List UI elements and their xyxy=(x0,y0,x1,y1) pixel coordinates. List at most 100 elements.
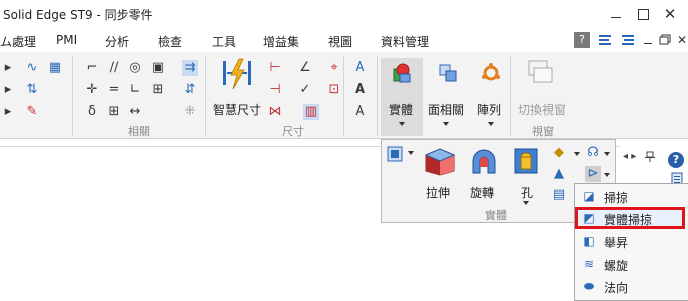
tab-analysis[interactable]: 分析 xyxy=(105,33,129,50)
menu-item-label: 舉昇 xyxy=(604,236,629,250)
table-tool-icon[interactable]: ▦ xyxy=(47,60,63,76)
tab-pmi[interactable]: PMI xyxy=(56,33,77,47)
tab-tools[interactable]: 工具 xyxy=(212,33,236,50)
thin-wall-caret[interactable] xyxy=(574,152,580,156)
solid-icon[interactable] xyxy=(391,62,413,84)
ribbon-options-icon[interactable] xyxy=(597,32,613,48)
hole-icon[interactable] xyxy=(511,145,541,177)
sweep-dropdown-icon[interactable]: ⊳ xyxy=(585,166,601,182)
concentric-relation-icon[interactable]: ◎ xyxy=(127,60,143,76)
face-relate-dropdown-caret[interactable] xyxy=(443,122,449,126)
pen-tool-icon[interactable]: ✎ xyxy=(24,104,40,120)
tab-addins[interactable]: 增益集 xyxy=(263,33,299,50)
wrap-tool-icon[interactable]: ☊ xyxy=(585,145,601,161)
revolve-icon[interactable] xyxy=(467,145,501,177)
solid-dropdown-caret[interactable] xyxy=(399,122,405,126)
face-relate-icon[interactable] xyxy=(437,62,459,84)
group-separator xyxy=(377,56,378,136)
solid-options-caret[interactable] xyxy=(408,151,414,155)
angle-dimension-icon[interactable]: ∠ xyxy=(297,60,313,76)
tab-sketch[interactable]: ム處理 xyxy=(0,33,36,50)
curve-tool-icon[interactable]: ∿ xyxy=(24,60,40,76)
window-group-label: 視窗 xyxy=(532,125,554,138)
tab-scroll-arrows[interactable]: ◂ ▸ xyxy=(623,151,636,162)
minimize-button[interactable] xyxy=(603,4,629,24)
extrude-label[interactable]: 拉伸 xyxy=(426,184,450,201)
symmetric-dimension-icon[interactable]: ⊣ xyxy=(267,82,283,98)
tab-view[interactable]: 視圖 xyxy=(328,33,352,50)
menu-item-sweep[interactable]: ◪ 掃掠 xyxy=(574,185,688,207)
doc-restore-icon[interactable] xyxy=(657,32,673,48)
help-icon[interactable]: ? xyxy=(574,32,590,48)
extrude-icon[interactable] xyxy=(422,145,458,177)
hole-label[interactable]: 孔 xyxy=(521,184,533,201)
helix-icon: ≋ xyxy=(583,257,595,271)
draft-icon[interactable]: ▤ xyxy=(551,187,567,203)
doc-minimize-icon[interactable] xyxy=(641,32,657,48)
tangent-relation-icon[interactable]: δ xyxy=(84,104,100,120)
fix-relation-icon[interactable]: ▣ xyxy=(150,60,166,76)
split-tool-icon[interactable]: ⇅ xyxy=(24,82,40,98)
distance-dimension-icon[interactable]: ⊢ xyxy=(267,60,283,76)
title-bar: Solid Edge ST9 - 同步零件 ✕ xyxy=(0,0,688,28)
collinear-relation-icon[interactable]: ↔ xyxy=(127,104,143,120)
window-title: Solid Edge ST9 - 同步零件 xyxy=(3,8,153,22)
parallel-relation-icon[interactable]: ∕∕ xyxy=(106,60,122,76)
text-size-icon[interactable]: A xyxy=(352,82,368,98)
switch-window-label[interactable]: 切換視窗 xyxy=(518,101,566,118)
thin-wall-icon[interactable]: ◆ xyxy=(551,145,567,161)
help-circle-icon[interactable]: ? xyxy=(668,152,684,168)
sketch-tool-icon[interactable]: ▸ xyxy=(0,104,16,120)
tab-inspect[interactable]: 檢查 xyxy=(158,33,182,50)
ribbon xyxy=(0,52,688,139)
layout-options-icon[interactable] xyxy=(620,32,636,48)
sweep-icon: ◪ xyxy=(583,189,595,203)
close-button[interactable]: ✕ xyxy=(657,4,683,24)
menu-item-solid-sweep[interactable]: ◩ 實體掃掠 xyxy=(574,207,688,229)
solid-options-icon[interactable] xyxy=(386,145,404,163)
sketch-tool-icon[interactable]: ▸ xyxy=(0,82,16,98)
hole-dropdown-caret[interactable] xyxy=(523,201,529,205)
connect-relation-icon[interactable]: ✛ xyxy=(84,82,100,98)
pattern-label[interactable]: 陣列 xyxy=(477,101,501,118)
revolve-label[interactable]: 旋轉 xyxy=(470,184,494,201)
pattern-icon[interactable] xyxy=(480,62,502,84)
perpendicular-relation-icon[interactable]: ⌐ xyxy=(84,60,100,76)
tab-data-management[interactable]: 資料管理 xyxy=(381,33,429,50)
pattern-dropdown-caret[interactable] xyxy=(488,122,494,126)
dimension-group-icon[interactable]: ⋈ xyxy=(267,104,283,120)
menu-item-normal[interactable]: ⬬ 法向 xyxy=(574,275,688,297)
sketch-tool-icon[interactable]: ▸ xyxy=(0,60,16,76)
chamfer-dimension-icon[interactable]: ⊡ xyxy=(326,82,342,98)
equal-relation-icon[interactable]: = xyxy=(106,82,122,98)
menu-item-loft[interactable]: ◧ 舉昇 xyxy=(574,230,688,252)
blend-icon[interactable]: ▲ xyxy=(551,166,567,182)
maintain-relations-icon[interactable]: ⇵ xyxy=(182,82,198,98)
smart-dimension-label[interactable]: 智慧尺寸 xyxy=(213,101,261,118)
horizontal-vertical-icon[interactable]: ∟ xyxy=(127,82,143,98)
menu-item-label: 掃掠 xyxy=(604,191,629,205)
sweep-dropdown-caret[interactable] xyxy=(604,173,610,177)
relation-handles-icon[interactable]: ⇉ xyxy=(182,60,198,76)
face-relate-label[interactable]: 面相關 xyxy=(428,101,464,118)
menu-item-helix[interactable]: ≋ 螺旋 xyxy=(574,253,688,275)
solid-label[interactable]: 實體 xyxy=(389,101,413,118)
doc-close-icon[interactable]: ✕ xyxy=(674,32,688,48)
pin-icon[interactable] xyxy=(644,150,656,162)
group-separator xyxy=(343,56,344,136)
solids-group-label: 實體 xyxy=(485,209,507,222)
coordinate-dimension-icon[interactable]: ⌖ xyxy=(326,60,342,76)
switch-window-icon[interactable] xyxy=(525,58,555,88)
lock-dimension-icon[interactable]: ▥ xyxy=(303,104,319,120)
symmetric-relation-icon[interactable]: ⊞ xyxy=(106,104,122,120)
text-style-icon[interactable]: A xyxy=(352,60,368,76)
group-separator xyxy=(205,56,206,136)
wrap-tool-caret[interactable] xyxy=(604,152,610,156)
rigid-set-icon[interactable]: ⊞ xyxy=(150,82,166,98)
text-format-icon[interactable]: A xyxy=(352,104,368,120)
maximize-button[interactable] xyxy=(630,4,656,24)
relation-assistant-icon[interactable]: ⁜ xyxy=(182,104,198,120)
angular-coordinate-icon[interactable]: ✓ xyxy=(297,82,313,98)
group-separator xyxy=(72,56,73,136)
smart-dimension-icon[interactable] xyxy=(219,57,255,93)
